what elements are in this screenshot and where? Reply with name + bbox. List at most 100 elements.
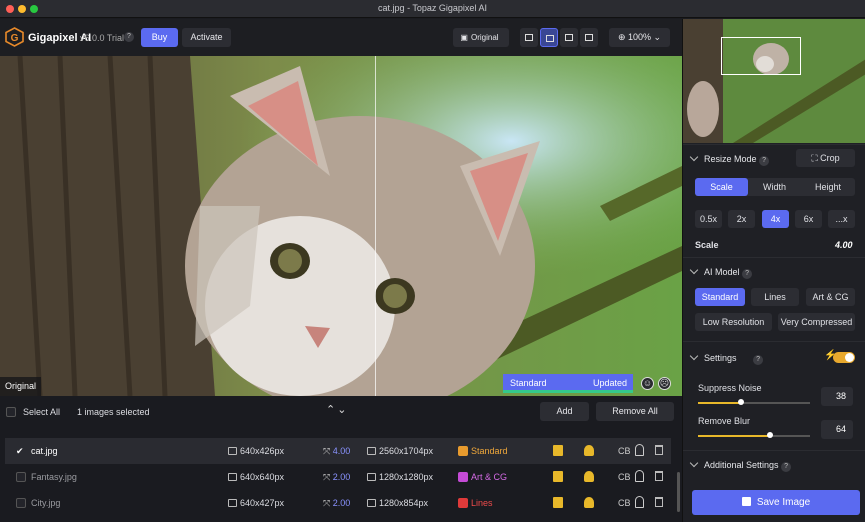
color-balance-label[interactable]: CB — [618, 446, 631, 456]
divider — [683, 450, 865, 451]
mode-scale-button[interactable]: Scale — [695, 178, 748, 196]
noise-setting-icon[interactable] — [553, 445, 563, 456]
row-checkbox[interactable] — [16, 498, 26, 508]
noise-setting-icon[interactable] — [553, 497, 563, 508]
add-button[interactable]: Add — [540, 402, 589, 421]
color-balance-label[interactable]: CB — [618, 498, 631, 508]
additional-settings-section[interactable]: Additional Settings ? — [689, 458, 792, 472]
view-grid-button[interactable] — [580, 28, 598, 47]
remove-blur-knob[interactable] — [767, 432, 773, 438]
resize-mode-title: Resize Mode — [704, 154, 757, 164]
suppress-noise-label: Suppress Noise — [698, 383, 762, 393]
suppress-noise-value[interactable]: 38 — [821, 387, 853, 406]
color-balance-label[interactable]: CB — [618, 472, 631, 482]
scale-0.5x-button[interactable]: 0.5x — [695, 210, 722, 228]
original-toggle-button[interactable]: ▣ Original — [453, 28, 509, 47]
zoom-value: 100% — [627, 32, 652, 42]
table-row[interactable]: ✔ cat.jpg 640x426px ⤧ 4.00 2560x1704px S… — [5, 438, 671, 464]
view-split-button[interactable] — [540, 28, 558, 47]
zoom-dropdown[interactable]: ⊕ 100% ⌄ — [609, 28, 670, 47]
additional-settings-title: Additional Settings — [704, 460, 779, 470]
input-size-icon — [228, 447, 237, 455]
input-size-value: 640x640px — [240, 472, 285, 482]
scale: ⤧ 2.00 — [323, 472, 350, 483]
auto-settings-toggle[interactable] — [833, 352, 855, 363]
scale-value: 2.00 — [332, 472, 351, 482]
face-recovery-icon[interactable] — [635, 444, 644, 456]
model-art-cg-button[interactable]: Art & CG — [806, 288, 855, 306]
remove-blur-label: Remove Blur — [698, 416, 751, 426]
trash-icon[interactable] — [655, 445, 663, 455]
settings-title: Settings — [704, 353, 737, 363]
divider — [683, 341, 865, 342]
split-view-icon — [546, 35, 554, 42]
face-recovery-icon[interactable] — [635, 470, 644, 482]
remove-blur-slider[interactable] — [698, 432, 810, 438]
table-row[interactable]: City.jpg 640x427px ⤧ 2.00 1280x854px Lin… — [5, 490, 671, 516]
help-icon[interactable]: ? — [753, 355, 764, 365]
divider — [683, 257, 865, 258]
scale: ⤧ 4.00 — [323, 446, 350, 457]
select-all-label[interactable]: Select All — [23, 407, 60, 417]
mode-height-button[interactable]: Height — [801, 178, 855, 196]
file-name: City.jpg — [31, 498, 61, 508]
row-model-name: Art & CG — [471, 472, 508, 482]
single-view-icon — [525, 34, 533, 41]
scale-value[interactable]: 4.00 — [835, 240, 853, 250]
output-size-value: 2560x1704px — [379, 446, 434, 456]
remove-blur-value[interactable]: 64 — [821, 420, 853, 439]
row-checked-icon[interactable]: ✔ — [16, 446, 24, 457]
model-very-compressed-button[interactable]: Very Compressed — [778, 313, 855, 331]
help-icon[interactable]: ? — [742, 269, 753, 279]
chevron-down-icon — [689, 152, 699, 162]
help-icon[interactable]: ? — [124, 32, 134, 42]
list-scrollbar[interactable] — [677, 472, 680, 512]
blur-setting-icon[interactable] — [584, 497, 594, 508]
scale-custom-button[interactable]: ...x — [828, 210, 855, 228]
scale-4x-button[interactable]: 4x — [762, 210, 789, 228]
trash-icon[interactable] — [655, 471, 663, 481]
settings-section[interactable]: Settings ? — [689, 351, 764, 365]
model-lines-button[interactable]: Lines — [751, 288, 799, 306]
svg-text:G: G — [11, 33, 19, 44]
table-row[interactable]: Fantasy.jpg 640x640px ⤧ 2.00 1280x1280px… — [5, 464, 671, 490]
preview-canvas[interactable] — [0, 56, 682, 396]
scale-icon: ⤧ — [323, 446, 333, 456]
scale-6x-button[interactable]: 6x — [795, 210, 822, 228]
side-by-side-icon — [565, 34, 573, 41]
navigator-viewport-box[interactable] — [721, 37, 801, 75]
select-all-checkbox[interactable] — [6, 407, 16, 417]
collapse-list-icon[interactable]: ⌃⌄ — [326, 403, 348, 416]
output-size-icon — [367, 473, 376, 481]
noise-setting-icon[interactable] — [553, 471, 563, 482]
blur-setting-icon[interactable] — [584, 445, 594, 456]
mode-width-button[interactable]: Width — [748, 178, 801, 196]
ai-model-section[interactable]: AI Model ? — [689, 265, 753, 279]
view-side-by-side-button[interactable] — [560, 28, 578, 47]
suppress-noise-slider[interactable] — [698, 399, 810, 405]
help-icon[interactable]: ? — [759, 156, 770, 166]
buy-button[interactable]: Buy — [141, 28, 178, 47]
crop-button[interactable]: ⛶ Crop — [796, 149, 855, 167]
resize-mode-section[interactable]: Resize Mode ? — [689, 152, 770, 166]
suppress-noise-knob[interactable] — [738, 399, 744, 405]
trash-icon[interactable] — [655, 497, 663, 507]
save-image-button[interactable]: Save Image — [692, 490, 860, 515]
model-standard-button[interactable]: Standard — [695, 288, 745, 306]
view-single-button[interactable] — [520, 28, 538, 47]
save-image-label: Save Image — [756, 497, 811, 508]
output-size: 2560x1704px — [367, 446, 433, 456]
scale-2x-button[interactable]: 2x — [728, 210, 755, 228]
neutral-feedback-icon[interactable]: ☹ — [658, 377, 671, 390]
navigator-thumbnail[interactable] — [683, 19, 865, 143]
remove-all-button[interactable]: Remove All — [596, 402, 674, 421]
face-recovery-icon[interactable] — [635, 496, 644, 508]
blur-setting-icon[interactable] — [584, 471, 594, 482]
help-icon[interactable]: ? — [781, 462, 792, 472]
split-divider-handle[interactable] — [375, 56, 376, 396]
preview-model-name: Standard — [510, 378, 547, 388]
happy-feedback-icon[interactable]: ☺ — [641, 377, 654, 390]
activate-button[interactable]: Activate — [182, 28, 231, 47]
row-checkbox[interactable] — [16, 472, 26, 482]
model-low-resolution-button[interactable]: Low Resolution — [695, 313, 772, 331]
